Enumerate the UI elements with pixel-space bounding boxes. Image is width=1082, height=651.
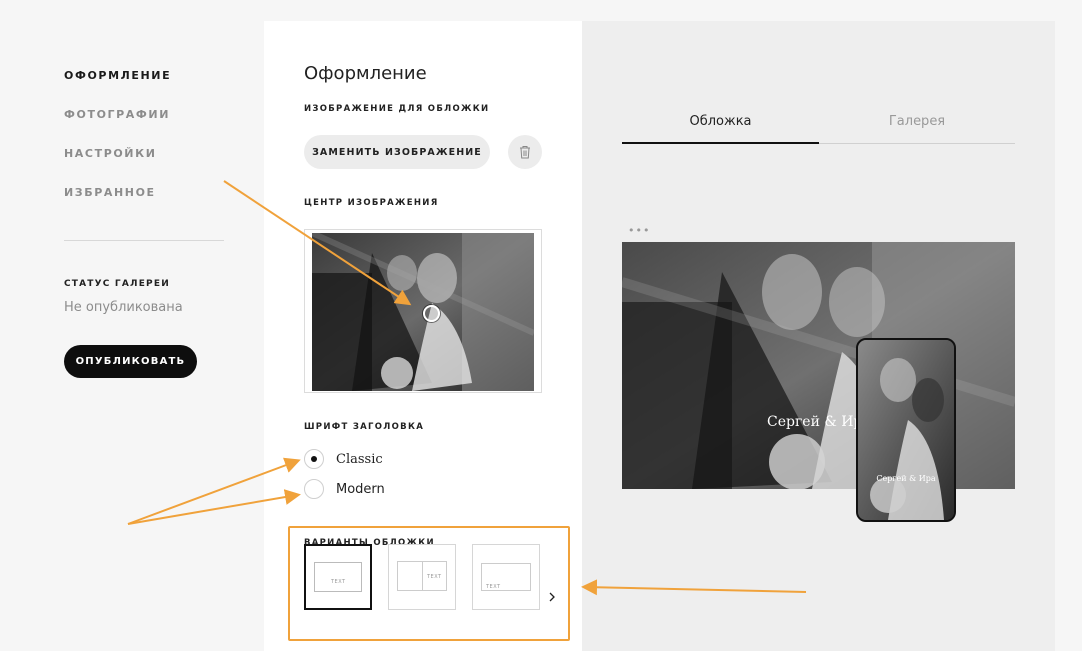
tab-cover-indicator xyxy=(622,142,819,144)
mobile-cover-title: Сергей & Ира xyxy=(876,474,936,483)
delete-image-button[interactable] xyxy=(508,135,542,169)
radio-modern[interactable] xyxy=(304,479,324,499)
desktop-cover-preview: Сергей & Ир xyxy=(622,242,1015,489)
focus-point-picker[interactable] xyxy=(304,229,542,393)
font-option-modern-label: Modern xyxy=(336,481,385,497)
nav-item-design[interactable]: ОФОРМЛЕНИЕ xyxy=(64,68,224,107)
cover-image-label: ИЗОБРАЖЕНИЕ ДЛЯ ОБЛОЖКИ xyxy=(304,104,490,114)
tab-gallery[interactable]: Галерея xyxy=(819,114,1015,129)
nav-item-favorites[interactable]: ИЗБРАННОЕ xyxy=(64,185,224,224)
replace-image-button[interactable]: ЗАМЕНИТЬ ИЗОБРАЖЕНИЕ xyxy=(304,135,490,169)
publish-button[interactable]: ОПУБЛИКОВАТЬ xyxy=(64,345,197,378)
annotation-highlight-box xyxy=(288,526,570,641)
gallery-status-value: Не опубликована xyxy=(64,300,183,315)
focus-point-handle[interactable] xyxy=(423,305,440,322)
preview-panel: Обложка Галерея ••• Сергей & Ир Сергей &… xyxy=(582,21,1055,651)
trash-icon xyxy=(520,146,530,159)
gallery-status-label: СТАТУС ГАЛЕРЕИ xyxy=(64,279,170,289)
radio-classic[interactable] xyxy=(304,449,324,469)
nav-item-settings[interactable]: НАСТРОЙКИ xyxy=(64,146,224,185)
title-font-label: ШРИФТ ЗАГОЛОВКА xyxy=(304,422,425,432)
desktop-cover-title: Сергей & Ир xyxy=(767,414,863,430)
page-title: Оформление xyxy=(304,63,427,84)
nav-divider xyxy=(64,240,224,241)
font-option-modern[interactable]: Modern xyxy=(304,479,385,499)
more-options-icon[interactable]: ••• xyxy=(628,224,650,237)
nav-item-photos[interactable]: ФОТОГРАФИИ xyxy=(64,107,224,146)
font-option-classic[interactable]: Classic xyxy=(304,449,383,469)
font-option-classic-label: Classic xyxy=(336,451,383,467)
image-center-label: ЦЕНТР ИЗОБРАЖЕНИЯ xyxy=(304,198,439,208)
tab-cover[interactable]: Обложка xyxy=(622,114,819,129)
mobile-cover-preview: Сергей & Ира xyxy=(856,338,956,522)
cover-photo-thumbnail xyxy=(312,233,534,391)
sidebar-nav: ОФОРМЛЕНИЕ ФОТОГРАФИИ НАСТРОЙКИ ИЗБРАННО… xyxy=(64,68,224,224)
